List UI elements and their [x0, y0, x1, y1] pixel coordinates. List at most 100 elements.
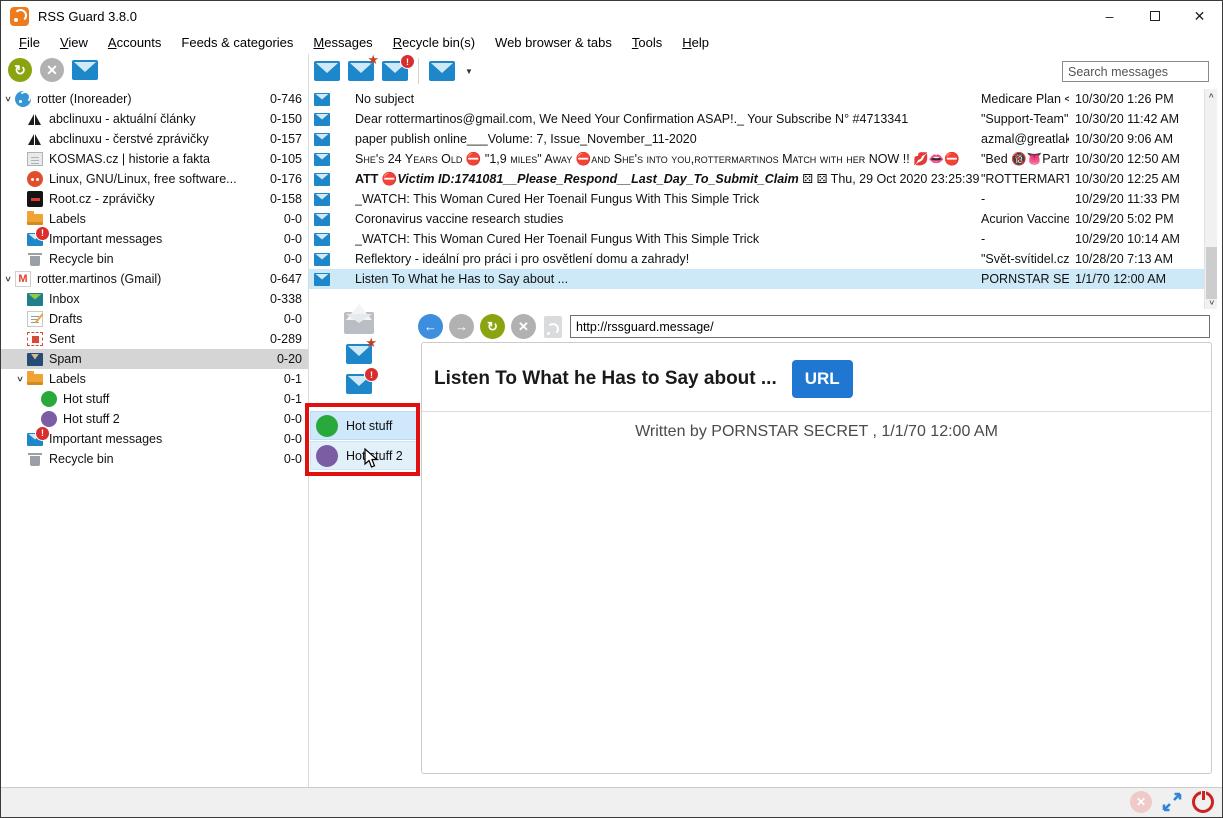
mark-read-open-envelope-icon[interactable] [344, 312, 374, 334]
feed-list: > rotter (Inoreader) 0-746 > abclinuxu -… [1, 89, 308, 789]
rss-source-icon[interactable] [544, 316, 562, 338]
message-date: 10/30/20 9:06 AM [1069, 132, 1204, 146]
minimize-button[interactable]: – [1087, 1, 1132, 31]
menu-file[interactable]: File [9, 33, 50, 52]
feed-count: 0-0 [262, 432, 308, 446]
dropdown-caret-icon[interactable]: ▼ [465, 67, 473, 76]
mark-unread-icon[interactable] [346, 374, 372, 394]
feed-item-sent[interactable]: > Sent 0-289 [1, 329, 308, 349]
feed-item-rootcz[interactable]: > Root.cz - zprávičky 0-158 [1, 189, 308, 209]
feed-item-linux[interactable]: > Linux, GNU/Linux, free software... 0-1… [1, 169, 308, 189]
message-row[interactable]: Reflektory - ideální pro práci i pro osv… [309, 249, 1204, 269]
label-green-icon [41, 391, 57, 407]
message-row[interactable]: No subject Medicare Plan <e... 10/30/20 … [309, 89, 1204, 109]
message-list-scrollbar[interactable]: > > [1204, 89, 1217, 309]
expander-icon[interactable]: > [3, 272, 13, 286]
feed-item-kosmas[interactable]: > KOSMAS.cz | historie a fakta 0-105 [1, 149, 308, 169]
message-row-selected[interactable]: Listen To What he Has to Say about ... P… [309, 269, 1204, 289]
feed-item-labels-inoreader[interactable]: > Labels 0-0 [1, 209, 308, 229]
message-row[interactable]: _WATCH: This Woman Cured Her Toenail Fun… [309, 229, 1204, 249]
stop-icon[interactable]: ✕ [511, 314, 536, 339]
menu-view[interactable]: View [50, 33, 98, 52]
feed-item-recycle-gmail[interactable]: > Recycle bin 0-0 [1, 449, 308, 469]
scrollbar-thumb[interactable] [1206, 247, 1217, 299]
menu-tools[interactable]: Tools [622, 33, 672, 52]
message-actions-toolbar [337, 312, 381, 394]
mark-all-read-icon[interactable] [72, 60, 98, 80]
feed-item-labels-gmail[interactable]: > Labels 0-1 [1, 369, 308, 389]
unread-envelope-icon [314, 153, 330, 166]
article-header: Listen To What he Has to Say about ... U… [422, 343, 1211, 411]
feed-label: Labels [49, 212, 262, 226]
title-bar: RSS Guard 3.8.0 – ✕ [1, 1, 1222, 31]
mark-unread-icon[interactable] [382, 61, 408, 81]
feed-item-hot-stuff[interactable]: > Hot stuff 0-1 [1, 389, 308, 409]
article-title: Listen To What he Has to Say about ... [434, 368, 777, 390]
message-subject: _WATCH: This Woman Cured Her Toenail Fun… [355, 192, 981, 206]
expander-icon[interactable]: > [3, 92, 13, 106]
scroll-up-icon[interactable]: > [1205, 89, 1218, 102]
feed-item-inbox[interactable]: > Inbox 0-338 [1, 289, 308, 309]
message-row[interactable]: Dear rottermartinos@gmail.com, We Need Y… [309, 109, 1204, 129]
forward-icon[interactable]: → [449, 314, 474, 339]
green-label-icon [316, 415, 338, 437]
fullscreen-icon[interactable] [1161, 791, 1183, 813]
message-row[interactable]: Coronavirus vaccine research studies Acu… [309, 209, 1204, 229]
message-sender: "Bed 🔞👅Partne... [981, 152, 1069, 167]
feed-count: 0-157 [262, 132, 308, 146]
mark-read-icon[interactable] [314, 61, 340, 81]
feed-count: 0-746 [262, 92, 308, 106]
url-input[interactable] [570, 315, 1210, 338]
feed-count: 0-176 [262, 172, 308, 186]
menu-accounts[interactable]: Accounts [98, 33, 171, 52]
feed-label: Spam [49, 352, 262, 366]
feed-item-recycle-inoreader[interactable]: > Recycle bin 0-0 [1, 249, 308, 269]
stop-update-icon[interactable]: ✕ [40, 58, 64, 82]
message-row[interactable]: ATT ⛔Victim ID:1741081__Please_Respond__… [309, 169, 1204, 189]
menu-feeds-categories[interactable]: Feeds & categories [171, 33, 303, 52]
article-byline: Written by PORNSTAR SECRET , 1/1/70 12:0… [422, 412, 1211, 441]
scroll-down-icon[interactable]: > [1205, 296, 1218, 309]
unread-envelope-icon [314, 133, 330, 146]
expander-icon[interactable]: > [15, 372, 25, 386]
feed-item-gmail-account[interactable]: > rotter.martinos (Gmail) 0-647 [1, 269, 308, 289]
gmail-icon [15, 271, 31, 287]
feed-label: Drafts [49, 312, 262, 326]
power-quit-icon[interactable] [1192, 791, 1214, 813]
message-date: 10/30/20 12:50 AM [1069, 152, 1204, 166]
feed-item-abclinuxu-zpravicky[interactable]: > abclinuxu - čerstvé zprávičky 0-157 [1, 129, 308, 149]
menu-messages[interactable]: Messages [303, 33, 382, 52]
mark-important-icon[interactable] [348, 61, 374, 81]
feed-count: 0-0 [262, 412, 308, 426]
label-option-hot-stuff[interactable]: Hot stuff [310, 411, 417, 440]
message-row[interactable]: _WATCH: This Woman Cured Her Toenail Fun… [309, 189, 1204, 209]
update-feeds-icon[interactable]: ↻ [8, 58, 32, 82]
message-date: 10/29/20 11:33 PM [1069, 192, 1204, 206]
feed-label: KOSMAS.cz | historie a fakta [49, 152, 262, 166]
back-icon[interactable]: ← [418, 314, 443, 339]
message-row[interactable]: She's 24 Years Old ⛔ "1,9 miles" Away ⛔a… [309, 149, 1204, 169]
menu-web-browser-tabs[interactable]: Web browser & tabs [485, 33, 622, 52]
mark-important-icon[interactable] [346, 344, 372, 364]
feed-count: 0-0 [262, 312, 308, 326]
reload-icon[interactable]: ↻ [480, 314, 505, 339]
message-menu-icon[interactable] [429, 61, 455, 81]
message-subject: _WATCH: This Woman Cured Her Toenail Fun… [355, 232, 981, 246]
feed-item-important-inoreader[interactable]: > Important messages 0-0 [1, 229, 308, 249]
message-subject: No subject [355, 92, 981, 106]
label-option-text: Hot stuff [346, 419, 392, 433]
feed-item-hot-stuff-2[interactable]: > Hot stuff 2 0-0 [1, 409, 308, 429]
menu-recycle-bins[interactable]: Recycle bin(s) [383, 33, 485, 52]
feed-item-abclinuxu-clanky[interactable]: > abclinuxu - aktuální články 0-150 [1, 109, 308, 129]
url-button[interactable]: URL [792, 360, 853, 398]
menu-help[interactable]: Help [672, 33, 719, 52]
feed-item-rotter-inoreader[interactable]: > rotter (Inoreader) 0-746 [1, 89, 308, 109]
close-button[interactable]: ✕ [1177, 1, 1222, 31]
feed-item-important-gmail[interactable]: > Important messages 0-0 [1, 429, 308, 449]
maximize-button[interactable] [1132, 1, 1177, 31]
feed-item-spam[interactable]: > Spam 0-20 [1, 349, 308, 369]
search-input[interactable] [1062, 61, 1209, 82]
maximize-icon [1150, 11, 1160, 21]
feed-item-drafts[interactable]: > Drafts 0-0 [1, 309, 308, 329]
message-row[interactable]: paper publish online___Volume: 7, Issue_… [309, 129, 1204, 149]
